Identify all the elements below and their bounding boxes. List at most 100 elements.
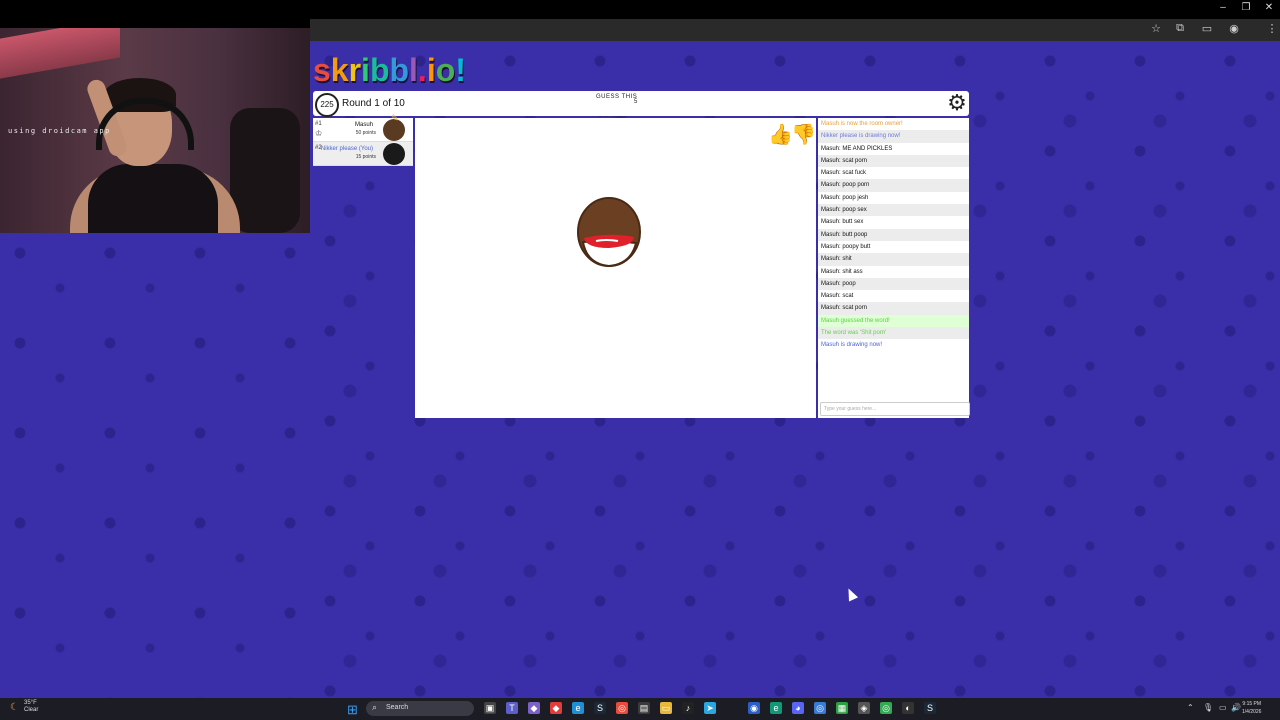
- player-row: #2 Nikker please (You) 15 points: [313, 142, 413, 166]
- logo-letter: l: [409, 52, 418, 88]
- chat-message: Masuh: scat fuck: [821, 170, 867, 177]
- chat-message: Masuh: ME AND PICKLES: [821, 145, 893, 152]
- chrome-profile-icon[interactable]: ◎: [880, 702, 892, 714]
- taskbar: ☾ 35°F Clear ⊞ ⌕ Search ▣ T ◆ ◆ e S ◎ ▤ …: [0, 698, 1280, 720]
- word-blanks: _ _ _ _ _: [598, 109, 628, 117]
- chat-message: Masuh: shit ass: [821, 268, 863, 275]
- task-view-icon[interactable]: ▣: [484, 702, 496, 714]
- chat-message: Masuh: butt sex: [821, 219, 864, 226]
- weather-temp: 35°F: [24, 700, 37, 706]
- player-name[interactable]: Nikker please (You): [313, 146, 373, 152]
- edge-icon[interactable]: e: [572, 702, 584, 714]
- chat-message: Masuh: poop sex: [818, 204, 969, 217]
- obs-icon[interactable]: ◐: [902, 702, 914, 714]
- chat-message: Masuh: poop porn: [818, 179, 969, 192]
- chat-message: The word was 'Shit porn': [818, 327, 969, 340]
- logo-letter: k: [330, 52, 349, 88]
- edge-dev-icon[interactable]: e: [770, 702, 782, 714]
- chat-message: Masuh is now the room owner!: [821, 121, 903, 127]
- logo-letter: b: [369, 52, 390, 88]
- player-name[interactable]: Masuh: [313, 122, 373, 128]
- chat-message: Masuh guessed the word!: [818, 314, 969, 328]
- browser-toolbar: ☆ ⧉ ▭ ◉ ⋮: [310, 19, 1280, 41]
- chat-message: Masuh: poopy butt: [821, 243, 871, 250]
- avatar: [383, 143, 405, 165]
- cast-icon[interactable]: ▭: [1199, 22, 1215, 35]
- weather-desc: Clear: [24, 707, 39, 713]
- tiktok-icon[interactable]: ♪: [682, 702, 694, 714]
- player-points: 15 points: [355, 154, 376, 160]
- store-icon[interactable]: ▤: [638, 702, 650, 714]
- chat-message: Masuh: scat porn: [818, 302, 969, 315]
- steam-tray-icon[interactable]: S: [924, 702, 936, 714]
- restore-button[interactable]: ❐: [1236, 2, 1256, 13]
- round-indicator: Round 1 of 10: [342, 98, 405, 109]
- volume-icon[interactable]: 🔊: [1231, 703, 1241, 712]
- telegram-icon[interactable]: ➤: [704, 702, 716, 714]
- skribbl-logo: skribbl.io!: [313, 52, 466, 89]
- minimize-button[interactable]: –: [1213, 2, 1233, 13]
- chat-message: Masuh: poop jesh: [821, 194, 869, 201]
- logo-letter: !: [455, 52, 466, 88]
- search-icon: ⌕: [372, 702, 378, 712]
- logo-letter: r: [348, 52, 362, 88]
- app-green-icon[interactable]: ▦: [836, 702, 848, 714]
- player-drawing: [577, 197, 641, 268]
- guess-input[interactable]: Type your guess here...: [820, 402, 970, 416]
- clock-time: 9:15 PM: [1242, 701, 1262, 707]
- star-icon[interactable]: ☆: [1148, 22, 1164, 35]
- weather-icon: ☾: [10, 702, 19, 713]
- menu-icon[interactable]: ⋮: [1264, 22, 1280, 35]
- thumbs-down-icon[interactable]: 👎: [791, 122, 816, 147]
- chat-message: Masuh: scat: [821, 293, 854, 300]
- profile-icon[interactable]: ◉: [1226, 22, 1242, 35]
- clock-date: 1/4/2026: [1242, 709, 1262, 715]
- webcam-overlay-text: using droidcam app: [8, 127, 111, 135]
- discord-icon[interactable]: ◕: [792, 702, 804, 714]
- app-red-icon[interactable]: ◆: [550, 702, 562, 714]
- logo-letter: s: [313, 52, 331, 88]
- file-explorer-icon[interactable]: ▭: [660, 702, 672, 714]
- game-header: 225 Round 1 of 10 GUESS THIS 5 _ _ _ _ _…: [313, 91, 969, 117]
- logo-letter: o: [435, 52, 456, 88]
- guess-label: GUESS THIS: [596, 94, 638, 100]
- player-row: #1 ♔ Masuh 50 points ✎: [313, 113, 413, 142]
- chat-message: Masuh is drawing now!: [821, 342, 883, 349]
- app-blue-icon[interactable]: ◉: [748, 702, 760, 714]
- word-length: 5: [634, 99, 638, 105]
- taskbar-search[interactable]: ⌕ Search: [366, 701, 474, 716]
- thumbs-up-icon[interactable]: 👍: [768, 122, 793, 147]
- network-icon[interactable]: ▭: [1219, 703, 1227, 712]
- chat-message: Masuh: scat porn: [818, 154, 969, 168]
- browser-titlebar: – ❐ ✕: [0, 0, 1280, 19]
- drawing-canvas[interactable]: 👍 👎: [415, 118, 816, 418]
- settings-gear-icon[interactable]: ⚙: [946, 92, 968, 114]
- logo-letter: .: [417, 52, 427, 88]
- webcam-overlay: using droidcam app: [0, 28, 310, 233]
- extensions-icon[interactable]: ⧉: [1172, 22, 1188, 35]
- player-list: #1 ♔ Masuh 50 points ✎ #2 Nikker please …: [313, 113, 413, 166]
- chat-message: Masuh: poop: [818, 277, 969, 291]
- close-button[interactable]: ✕: [1259, 2, 1279, 13]
- logo-letter: i: [426, 52, 436, 88]
- app-grey-icon[interactable]: ◈: [858, 702, 870, 714]
- pencil-icon: ✎: [391, 113, 399, 123]
- chat-message: Masuh: shit: [818, 253, 969, 266]
- player-points: 50 points: [355, 130, 376, 136]
- logo-letter: i: [361, 52, 370, 88]
- chat-panel: Masuh is now the room owner! Nikker pleas…: [818, 118, 970, 418]
- chevron-up-icon[interactable]: ⌃: [1187, 703, 1194, 712]
- chat-message: Masuh: butt poop: [818, 228, 969, 241]
- chrome-icon[interactable]: ◎: [616, 702, 628, 714]
- windows-start-icon[interactable]: ⊞: [347, 702, 358, 718]
- chrome-active-icon[interactable]: ◎: [814, 702, 826, 714]
- steam-icon[interactable]: S: [594, 702, 606, 714]
- teams-icon[interactable]: T: [506, 702, 518, 714]
- taskbar-clock[interactable]: 9:15 PM 1/4/2026: [1242, 700, 1261, 716]
- chat-message: Nikker please is drawing now!: [818, 130, 969, 143]
- microphone-icon[interactable]: 🎙: [1203, 703, 1213, 712]
- chat-messages: Masuh is now the room owner! Nikker pleas…: [818, 118, 969, 352]
- weather-widget[interactable]: 35°F Clear: [24, 700, 38, 714]
- app-icon[interactable]: ◆: [528, 702, 540, 714]
- logo-letter: b: [389, 52, 410, 88]
